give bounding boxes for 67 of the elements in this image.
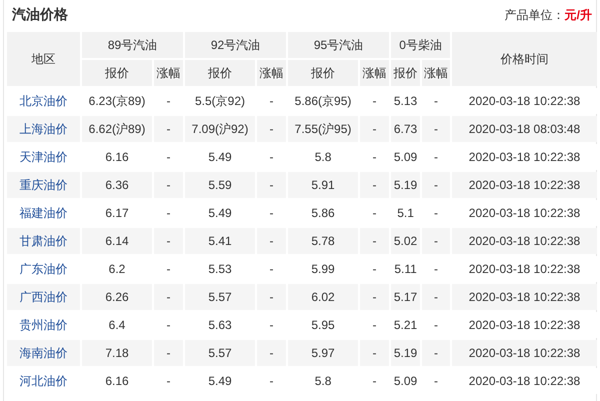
table-cell: - bbox=[360, 116, 390, 142]
table-cell: 6.62(沪89) bbox=[82, 116, 152, 142]
column-header: 95号汽油 bbox=[288, 32, 390, 58]
table-cell: 7.55(沪95) bbox=[288, 116, 358, 142]
table-cell: - bbox=[154, 172, 184, 198]
table-cell: - bbox=[422, 228, 450, 254]
column-header: 报价 bbox=[288, 60, 358, 86]
table-cell: 2020-03-18 10:22:38 bbox=[452, 172, 597, 198]
column-header: 报价 bbox=[391, 60, 420, 86]
table-cell: 5.91 bbox=[288, 172, 358, 198]
table-cell: - bbox=[154, 228, 184, 254]
region-link[interactable]: 广西油价 bbox=[7, 284, 80, 310]
column-header: 涨幅 bbox=[257, 60, 286, 86]
table-cell: - bbox=[422, 116, 450, 142]
table-cell: - bbox=[360, 340, 390, 366]
region-link[interactable]: 上海油价 bbox=[7, 116, 80, 142]
column-header: 涨幅 bbox=[360, 60, 390, 86]
region-link[interactable]: 甘肃油价 bbox=[7, 228, 80, 254]
column-header: 涨幅 bbox=[154, 60, 184, 86]
table-cell: - bbox=[257, 172, 286, 198]
table-cell: - bbox=[257, 284, 286, 310]
column-header: 价格时间 bbox=[452, 32, 597, 86]
table-cell: - bbox=[154, 284, 184, 310]
unit-value: 元/升 bbox=[564, 6, 592, 24]
column-header: 地区 bbox=[7, 32, 80, 86]
table-cell: - bbox=[360, 172, 390, 198]
table-cell: 5.57 bbox=[185, 284, 256, 310]
table-cell: 5.59 bbox=[185, 172, 256, 198]
table-cell: - bbox=[422, 340, 450, 366]
table-cell: - bbox=[257, 116, 286, 142]
table-cell: 5.19 bbox=[391, 172, 420, 198]
table-cell: - bbox=[257, 228, 286, 254]
page-title: 汽油价格 bbox=[12, 6, 68, 24]
table-cell: 6.73 bbox=[391, 116, 420, 142]
column-header: 报价 bbox=[185, 60, 256, 86]
column-header: 92号汽油 bbox=[185, 32, 286, 58]
table-cell: - bbox=[257, 340, 286, 366]
column-header: 0号柴油 bbox=[391, 32, 450, 58]
table-cell: 5.02 bbox=[391, 228, 420, 254]
table-cell: 5.41 bbox=[185, 228, 256, 254]
table-cell: 5.17 bbox=[391, 284, 420, 310]
column-header: 报价 bbox=[82, 60, 152, 86]
table-cell: - bbox=[422, 172, 450, 198]
table-cell: - bbox=[154, 116, 184, 142]
table-cell: 6.36 bbox=[82, 172, 152, 198]
table-cell: 5.78 bbox=[288, 228, 358, 254]
region-link[interactable]: 重庆油价 bbox=[7, 172, 80, 198]
table-cell: - bbox=[422, 284, 450, 310]
unit-label: 产品单位： bbox=[504, 6, 565, 24]
table-cell: 5.19 bbox=[391, 340, 420, 366]
table-cell: 2020-03-18 10:22:38 bbox=[452, 340, 597, 366]
table-cell: - bbox=[154, 340, 184, 366]
table-cell: - bbox=[360, 284, 390, 310]
table-cell: 5.97 bbox=[288, 340, 358, 366]
table-cell: - bbox=[360, 228, 390, 254]
table-cell: 6.14 bbox=[82, 228, 152, 254]
column-header: 89号汽油 bbox=[82, 32, 184, 58]
table-cell: 7.18 bbox=[82, 340, 152, 366]
table-cell: 6.02 bbox=[288, 284, 358, 310]
column-header: 涨幅 bbox=[422, 60, 450, 86]
table-cell: 7.09(沪92) bbox=[185, 116, 256, 142]
table-cell: 2020-03-18 08:03:48 bbox=[452, 116, 597, 142]
table-cell: 6.26 bbox=[82, 284, 152, 310]
table-cell: 2020-03-18 10:22:38 bbox=[452, 228, 597, 254]
region-link[interactable]: 海南油价 bbox=[7, 340, 80, 366]
table-cell: 5.57 bbox=[185, 340, 256, 366]
table-cell: 2020-03-18 10:22:38 bbox=[452, 284, 597, 310]
